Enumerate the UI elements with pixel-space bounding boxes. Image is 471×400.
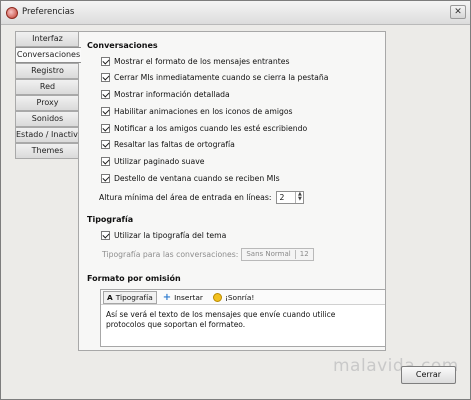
option-row[interactable]: Utilizar paginado suave: [101, 155, 204, 167]
tab-conversaciones[interactable]: Conversaciones: [15, 47, 81, 63]
checkbox-mostrar-formato[interactable]: [101, 56, 110, 66]
tab-list: Interfaz Conversaciones Registro Red Pro…: [15, 31, 81, 159]
option-label: Notificar a los amigos cuando les esté e…: [114, 123, 308, 133]
app-icon: [6, 7, 18, 19]
tab-proxy[interactable]: Proxy: [15, 95, 79, 111]
checkbox-destello[interactable]: [101, 173, 110, 183]
tipografia-section-title: Tipografía: [87, 215, 134, 224]
tab-estado-inactivo[interactable]: Estado / Inactivo: [15, 127, 79, 143]
format-toolbar: A Tipografía + Insertar ¡Sonría!: [101, 290, 385, 305]
font-picker-button[interactable]: Sans Normal 12: [241, 247, 314, 261]
option-row[interactable]: Utilizar la tipografía del tema: [101, 229, 226, 241]
min-height-value[interactable]: 2: [277, 193, 295, 202]
window-title: Preferencias: [22, 7, 75, 17]
option-label: Resaltar las faltas de ortografía: [114, 139, 235, 149]
font-format-label: Tipografía: [115, 292, 153, 302]
checkbox-paginado[interactable]: [101, 156, 110, 166]
font-separator: [294, 249, 296, 259]
insert-label: Insertar: [174, 292, 203, 302]
format-preview-box[interactable]: A Tipografía + Insertar ¡Sonría! Así se …: [100, 289, 386, 347]
option-row[interactable]: Notificar a los amigos cuando les esté e…: [101, 122, 307, 134]
spinner-arrows[interactable]: ▲ ▼: [295, 191, 303, 203]
min-height-spinner[interactable]: 2 ▲ ▼: [276, 190, 305, 204]
checkbox-animaciones[interactable]: [101, 106, 110, 116]
font-name: Sans Normal: [246, 250, 291, 258]
checkbox-ortografia[interactable]: [101, 139, 110, 149]
conv-font-row: Tipografía para las conversaciones: Sans…: [102, 247, 314, 261]
tab-sonidos[interactable]: Sonidos: [15, 111, 79, 127]
conversaciones-section-title: Conversaciones: [87, 41, 158, 50]
checkbox-notificar[interactable]: [101, 123, 110, 133]
format-sample-text[interactable]: Así se verá el texto de los mensajes que…: [106, 310, 376, 330]
tab-red[interactable]: Red: [15, 79, 79, 95]
title-bar: Preferencias ✕: [1, 1, 470, 25]
option-row[interactable]: Resaltar las faltas de ortografía: [101, 138, 235, 150]
preferences-window: Preferencias ✕ Interfaz Conversaciones R…: [0, 0, 471, 400]
tab-registro[interactable]: Registro: [15, 63, 79, 79]
conversaciones-panel: Conversaciones Mostrar el formato de los…: [78, 31, 386, 351]
tab-themes[interactable]: Themes: [15, 143, 79, 159]
option-row[interactable]: Mostrar el formato de los mensajes entra…: [101, 55, 290, 67]
option-row[interactable]: Cerrar MIs inmediatamente cuando se cier…: [101, 71, 328, 83]
option-label: Mostrar información detallada: [114, 89, 230, 99]
formato-section-title: Formato por omisión: [87, 274, 181, 283]
min-height-row: Altura mínima del área de entrada en lín…: [99, 190, 305, 204]
option-row[interactable]: Mostrar información detallada: [101, 88, 230, 100]
font-size: 12: [299, 250, 309, 258]
option-label: Utilizar la tipografía del tema: [114, 230, 227, 240]
smile-label: ¡Sonría!: [224, 292, 255, 302]
smile-button[interactable]: ¡Sonría!: [209, 291, 258, 304]
option-row[interactable]: Habilitar animaciones en los iconos de a…: [101, 105, 293, 117]
font-icon: A: [107, 292, 113, 302]
conv-font-label: Tipografía para las conversaciones:: [102, 249, 239, 259]
checkbox-cerrar-mis[interactable]: [101, 72, 110, 82]
min-height-label: Altura mínima del área de entrada en lín…: [99, 192, 272, 202]
plus-icon: +: [162, 291, 172, 303]
option-label: Utilizar paginado suave: [114, 156, 205, 166]
checkbox-tipografia-tema[interactable]: [101, 230, 110, 240]
tab-interfaz[interactable]: Interfaz: [15, 31, 79, 47]
option-row[interactable]: Destello de ventana cuando se reciben MI…: [101, 172, 280, 184]
cerrar-button[interactable]: Cerrar: [401, 366, 456, 384]
font-format-button[interactable]: A Tipografía: [103, 290, 157, 304]
spin-down-icon[interactable]: ▼: [296, 197, 303, 203]
option-label: Mostrar el formato de los mensajes entra…: [114, 56, 290, 66]
checkbox-info-detallada[interactable]: [101, 89, 110, 99]
option-label: Cerrar MIs inmediatamente cuando se cier…: [114, 72, 329, 82]
insert-button[interactable]: + Insertar: [159, 291, 207, 304]
option-label: Destello de ventana cuando se reciben MI…: [114, 173, 280, 183]
close-window-button[interactable]: ✕: [450, 5, 466, 19]
option-label: Habilitar animaciones en los iconos de a…: [114, 106, 293, 116]
smiley-icon: [212, 292, 222, 302]
